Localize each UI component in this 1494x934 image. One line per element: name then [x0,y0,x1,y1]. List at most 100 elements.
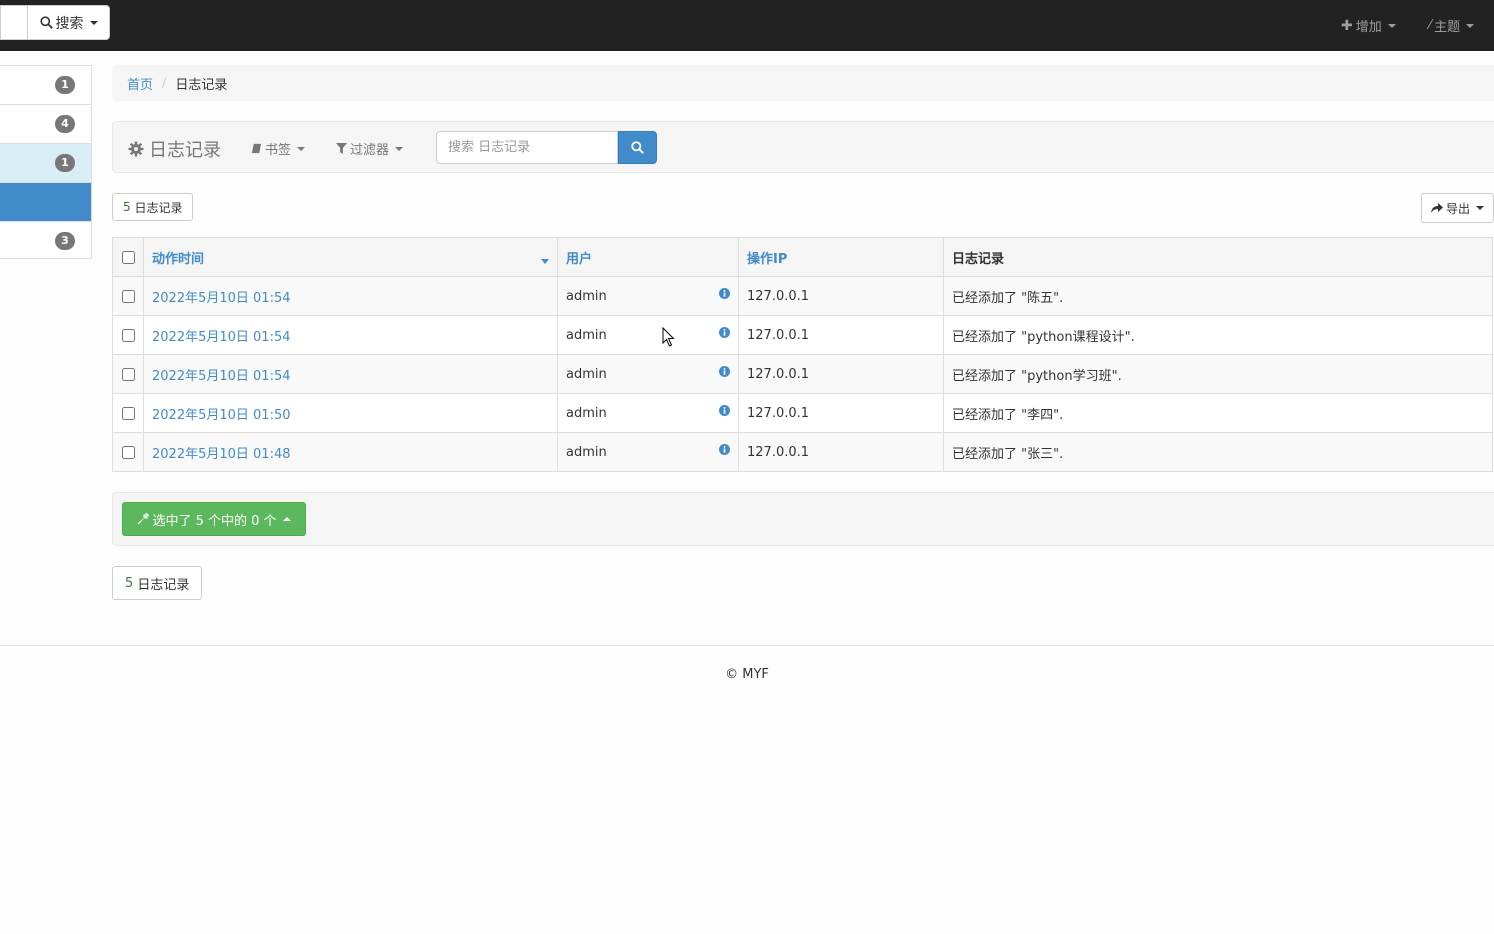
chevron-up-icon [282,517,291,521]
log-cell: 已经添加了 "李四". [943,393,1493,433]
breadcrumb: 首页 / 日志记录 [112,65,1494,101]
time-link[interactable]: 2022年5月10日 01:50 [152,408,291,423]
log-cell: 已经添加了 "python课程设计". [943,315,1493,355]
table-row: 2022年5月10日 01:48 admin 127.0.0.1 已经添加了 "… [112,432,1493,472]
count-badge: 4 [55,115,75,133]
navbar-add-menu[interactable]: ✚ 增加 [1341,0,1396,51]
sidebar-item-3[interactable]: 1 [0,144,91,183]
count-badge: 1 [55,154,75,172]
table-row: 2022年5月10日 01:54 admin 127.0.0.1 已经添加了 "… [112,354,1493,394]
footer-copyright: © MYF [725,667,769,682]
gear-icon [128,141,144,157]
chevron-down-icon [1476,206,1484,210]
header-ip-link[interactable]: 操作IP [747,252,787,267]
time-link[interactable]: 2022年5月10日 01:54 [152,330,291,345]
row-checkbox[interactable] [122,367,135,381]
user-text: admin [566,327,607,343]
select-all-checkbox[interactable] [122,250,135,264]
info-icon[interactable] [719,327,730,338]
user-cell: admin [557,354,739,394]
time-cell: 2022年5月10日 01:54 [143,315,558,355]
user-cell: admin [557,315,739,355]
header-ip[interactable]: 操作IP [738,237,944,277]
breadcrumb-separator: / [162,75,167,91]
magic-wand-icon: ⁄ [1429,18,1432,33]
time-link[interactable]: 2022年5月10日 01:48 [152,447,291,462]
export-button[interactable]: 导出 [1421,193,1494,223]
navbar-search-button[interactable]: 搜索 [27,5,110,40]
bookmarks-menu[interactable]: 书签 [251,139,306,158]
chevron-down-icon [89,20,98,25]
filters-label: 过滤器 [350,143,390,158]
user-cell: admin [557,393,739,433]
navbar-theme-label: 主题 [1434,20,1461,35]
time-cell: 2022年5月10日 01:50 [143,393,558,433]
chevron-down-icon [1466,23,1475,28]
table-row: 2022年5月10日 01:54 admin 127.0.0.1 已经添加了 "… [112,315,1493,355]
bookmarks-label: 书签 [265,143,292,158]
wrench-icon [137,513,150,525]
result-count-number: 5 [125,575,134,591]
info-icon[interactable] [719,405,730,416]
top-navbar: 搜索 ✚ 增加 ⁄ 主题 [0,0,1494,51]
info-icon[interactable] [719,288,730,299]
navbar-search-input[interactable] [0,5,27,40]
row-checkbox[interactable] [122,445,135,459]
navbar-add-label: 增加 [1355,20,1382,35]
page-title-text: 日志记录 [149,140,221,161]
result-count-bottom: 5 日志记录 [112,566,203,600]
header-log: 日志记录 [943,237,1493,277]
row-select-cell [112,276,144,316]
filters-menu[interactable]: 过滤器 [336,139,404,158]
header-time[interactable]: 动作时间 [143,237,558,277]
page-title: 日志记录 [128,136,221,162]
row-select-cell [112,393,144,433]
row-select-cell [112,432,144,472]
sidebar-item-1[interactable]: 1 [0,66,91,105]
header-user[interactable]: 用户 [557,237,739,277]
search-icon [631,141,644,154]
sidebar-item-2[interactable]: 4 [0,105,91,144]
user-text: admin [566,444,607,460]
header-time-link[interactable]: 动作时间 [152,252,204,267]
list-toolbar: 日志记录 书签 过滤器 [112,121,1494,173]
user-text: admin [566,405,607,421]
navbar-theme-menu[interactable]: ⁄ 主题 [1429,0,1475,51]
selected-actions-button[interactable]: 选中了 5 个中的 0 个 [122,502,306,536]
filter-icon [336,143,347,154]
count-badge: 3 [55,232,75,250]
ip-cell: 127.0.0.1 [738,393,944,433]
header-user-link[interactable]: 用户 [566,252,592,267]
ip-cell: 127.0.0.1 [738,276,944,316]
time-link[interactable]: 2022年5月10日 01:54 [152,291,291,306]
sidebar-item-5[interactable]: 3 [0,222,91,261]
row-checkbox[interactable] [122,406,135,420]
row-checkbox[interactable] [122,328,135,342]
chevron-down-icon [395,146,404,151]
time-link[interactable]: 2022年5月10日 01:54 [152,369,291,384]
user-cell: admin [557,276,739,316]
ip-cell: 127.0.0.1 [738,354,944,394]
table-row: 2022年5月10日 01:50 admin 127.0.0.1 已经添加了 "… [112,393,1493,433]
row-select-cell [112,354,144,394]
info-icon[interactable] [719,444,730,455]
navbar-search-label: 搜索 [55,15,84,32]
sidebar-item-active[interactable] [0,183,91,222]
sort-desc-icon[interactable] [541,259,549,264]
ip-cell: 127.0.0.1 [738,315,944,355]
select-all-cell [112,237,144,277]
row-checkbox[interactable] [122,289,135,303]
user-cell: admin [557,432,739,472]
time-cell: 2022年5月10日 01:54 [143,276,558,316]
search-submit-button[interactable] [618,131,657,164]
result-count-top: 5 日志记录 [112,193,194,221]
book-icon [251,143,262,154]
time-cell: 2022年5月10日 01:54 [143,354,558,394]
info-icon[interactable] [719,366,730,377]
log-cell: 已经添加了 "张三". [943,432,1493,472]
breadcrumb-home-link[interactable]: 首页 [127,74,153,93]
count-badge: 1 [55,76,75,94]
mouse-cursor-icon [662,327,675,347]
row-select-cell [112,315,144,355]
search-input[interactable] [436,131,618,164]
